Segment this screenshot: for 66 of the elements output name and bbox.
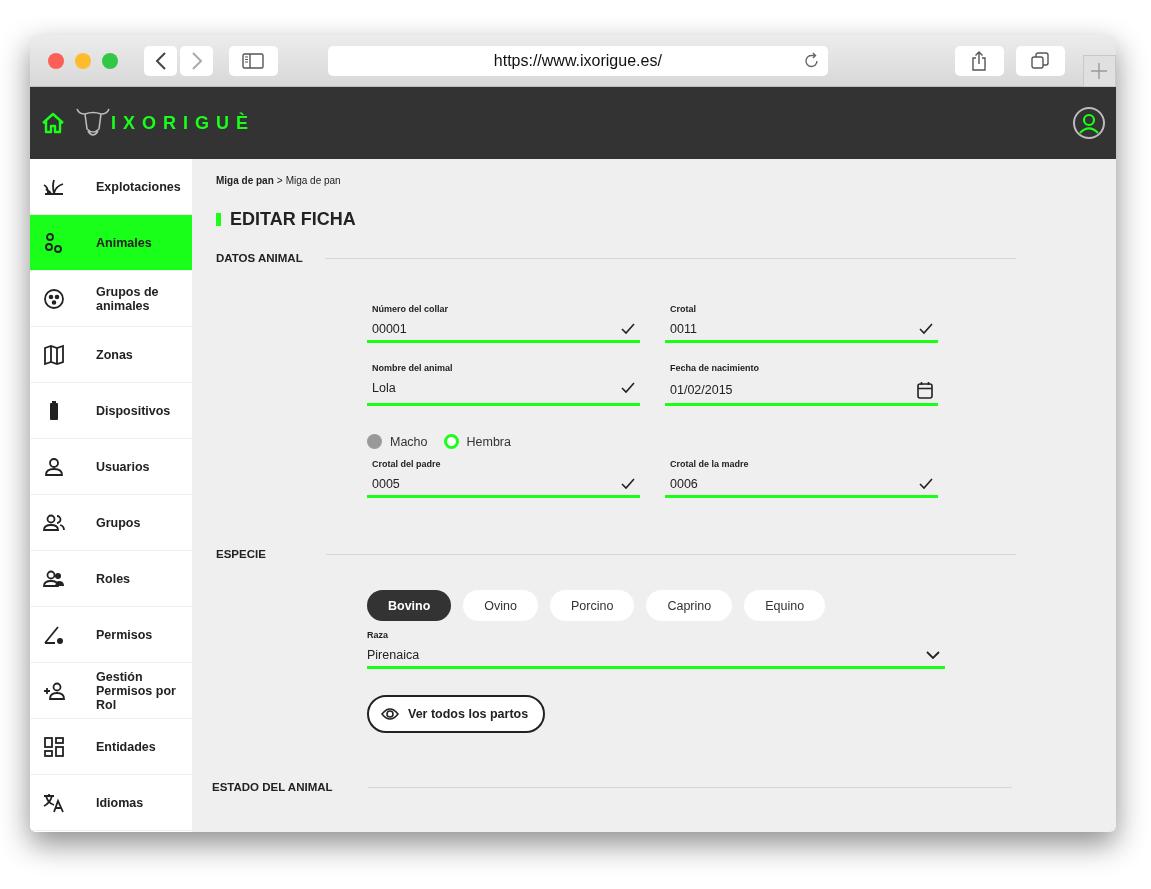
check-icon xyxy=(919,478,933,490)
section-heading: ESTADO DEL ANIMAL xyxy=(212,781,333,793)
sidebar-item[interactable]: Roles xyxy=(30,551,192,607)
sidebar-item[interactable]: Animales xyxy=(30,215,192,271)
home-icon[interactable] xyxy=(41,112,65,134)
page-title: EDITAR FICHA xyxy=(230,209,356,230)
text-field[interactable]: Crotal 0011 xyxy=(665,304,938,343)
breadcrumb-link[interactable]: Miga de pan xyxy=(216,175,274,186)
section-heading: DATOS ANIMAL xyxy=(216,252,303,264)
translate-icon xyxy=(43,791,65,814)
radio-option[interactable]: Macho xyxy=(367,434,428,449)
eye-icon xyxy=(381,707,399,721)
breadcrumb-separator: > xyxy=(276,175,283,186)
text-field[interactable]: Fecha de nacimiento 01/02/2015 xyxy=(665,363,938,406)
species-chip[interactable]: Equino xyxy=(744,590,826,621)
check-icon xyxy=(919,323,933,335)
close-window-icon[interactable] xyxy=(48,52,64,69)
tabs-button[interactable] xyxy=(1015,45,1065,76)
chevron-down-icon xyxy=(926,650,940,660)
check-icon xyxy=(621,323,635,335)
logo-text: IXORIGUÈ xyxy=(111,112,255,134)
species-chip[interactable]: Caprino xyxy=(646,590,733,621)
back-button[interactable] xyxy=(144,45,177,76)
species-chip[interactable]: Porcino xyxy=(550,590,635,621)
share-icon xyxy=(971,50,988,71)
map-icon xyxy=(43,343,65,366)
title-accent-bar xyxy=(216,213,221,226)
text-field[interactable]: Nombre del animal Lola xyxy=(367,363,640,406)
view-births-button[interactable]: Ver todos los partos xyxy=(367,695,546,733)
chevron-right-icon xyxy=(190,51,203,70)
reload-icon[interactable] xyxy=(803,51,820,70)
sidebar-item[interactable]: Dispositivos xyxy=(30,383,192,439)
person-icon xyxy=(43,455,65,478)
check-icon xyxy=(621,478,635,490)
sidebar-item[interactable]: Permisos xyxy=(30,607,192,663)
tabs-icon xyxy=(1031,51,1050,70)
sidebar-item[interactable]: Zonas xyxy=(30,327,192,383)
calendar-icon[interactable] xyxy=(917,381,933,399)
species-chip[interactable]: Ovino xyxy=(463,590,538,621)
share-button[interactable] xyxy=(954,45,1004,76)
check-icon xyxy=(621,382,635,394)
breadcrumb-current: Miga de pan xyxy=(285,175,341,186)
radio-indicator[interactable] xyxy=(367,434,382,449)
species-chip[interactable]: Bovino xyxy=(367,590,452,621)
dashboard-icon xyxy=(43,735,65,758)
sidebar-icon xyxy=(242,52,265,69)
circle-dots-icon xyxy=(43,287,65,310)
section-heading: ESPECIE xyxy=(216,548,266,560)
circles-icon xyxy=(43,231,65,254)
chevron-left-icon xyxy=(154,51,167,70)
text-field[interactable]: Número del collar 00001 xyxy=(367,304,640,343)
sidebar-toggle-button[interactable] xyxy=(229,45,278,76)
text-field[interactable]: Crotal del padre 0005 xyxy=(367,459,640,498)
radio-option[interactable]: Hembra xyxy=(443,434,511,449)
sidebar-item[interactable]: Entidades xyxy=(30,719,192,775)
radio-indicator[interactable] xyxy=(443,434,459,449)
sidebar-item[interactable]: Gestión Permisos por Rol xyxy=(30,663,192,719)
sidebar-item[interactable]: Idiomas xyxy=(30,775,192,831)
text-field[interactable]: Crotal de la madre 0006 xyxy=(665,459,938,498)
sidebar-item[interactable]: Grupos xyxy=(30,495,192,551)
breed-select[interactable]: Raza Pirenaica xyxy=(367,630,945,669)
plus-icon xyxy=(1091,62,1108,79)
sidebar-item[interactable]: Grupos de animales xyxy=(30,271,192,327)
address-bar[interactable]: https://www.ixorigue.es/ xyxy=(328,45,828,76)
sidebar-item[interactable]: Usuarios xyxy=(30,439,192,495)
user-account-icon[interactable] xyxy=(1072,106,1106,140)
